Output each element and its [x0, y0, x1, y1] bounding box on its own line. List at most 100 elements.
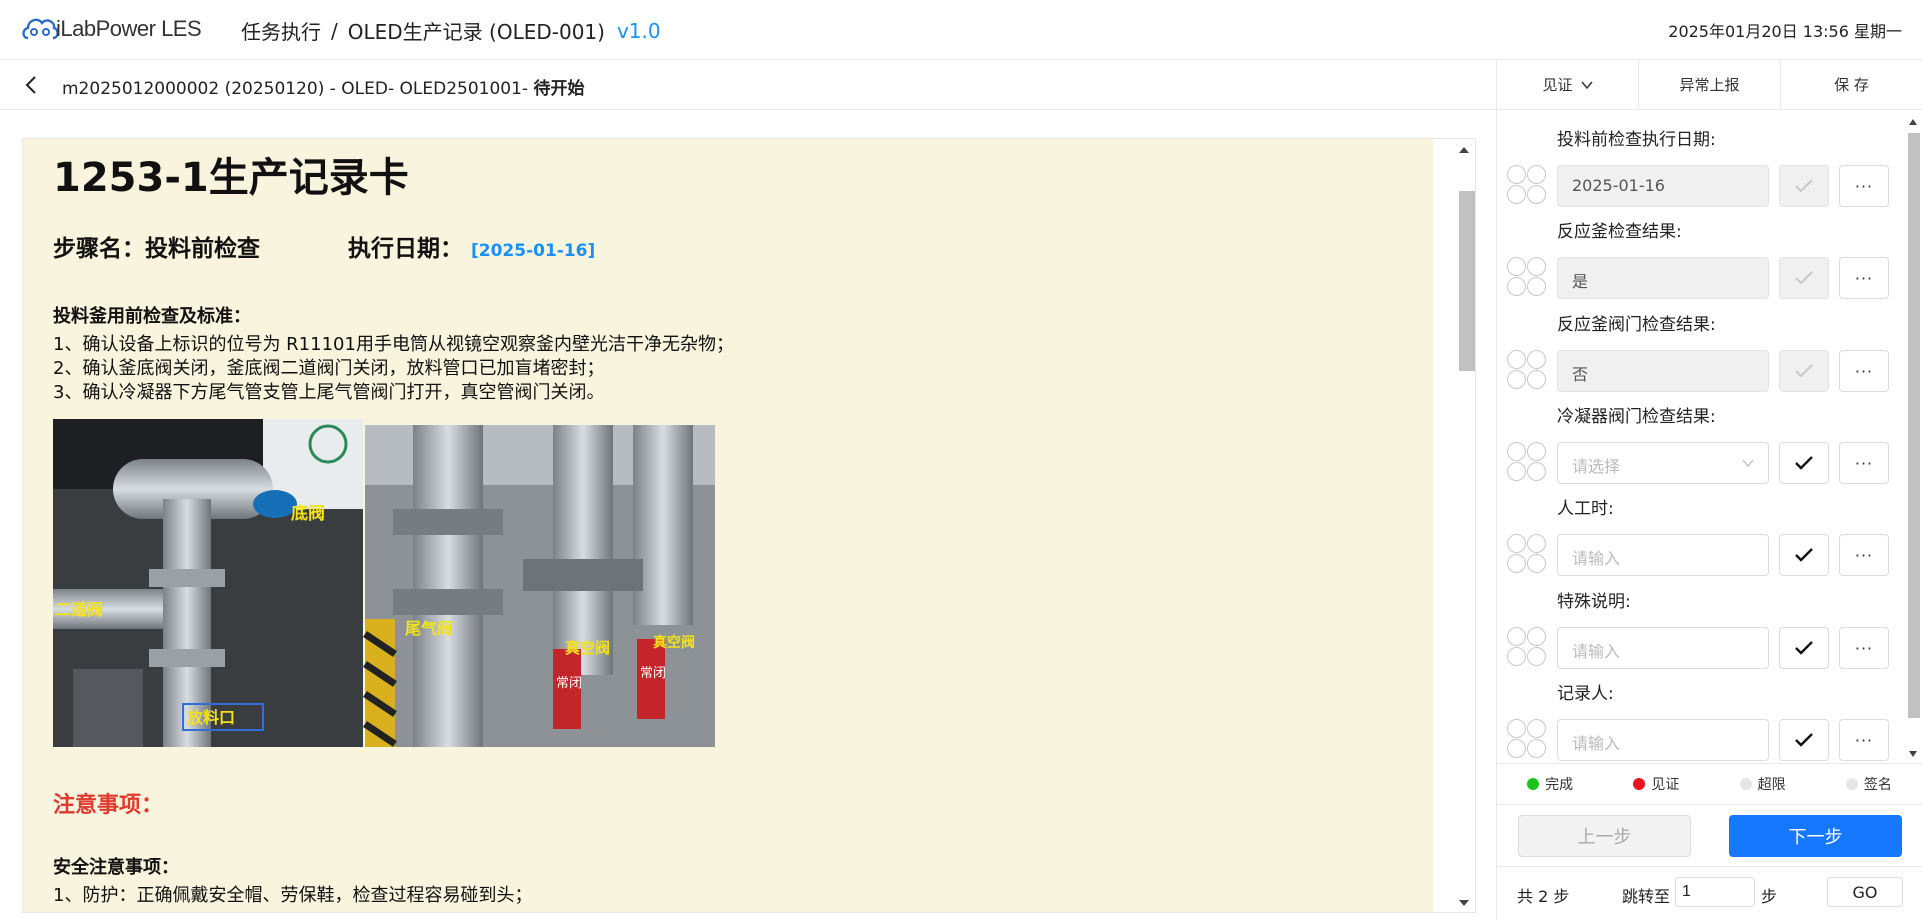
- chevron-down-icon: [1742, 459, 1754, 468]
- condenser-valve-select[interactable]: 请选择: [1557, 442, 1769, 484]
- witness-button[interactable]: 见证: [1497, 60, 1639, 109]
- reactor-check-select[interactable]: 是: [1557, 257, 1769, 299]
- reactor-valve-check-select[interactable]: 否: [1557, 350, 1769, 392]
- witness-label: 见证: [1542, 76, 1573, 94]
- go-button[interactable]: GO: [1827, 877, 1903, 907]
- caution-title: 注意事项：: [53, 793, 164, 818]
- total-steps: 共 2 步: [1517, 887, 1570, 906]
- recorder-input[interactable]: 请输入: [1557, 719, 1769, 761]
- safety-line-1: 1、防护：正确佩戴安全帽、劳保鞋，检查过程容易碰到头；: [53, 885, 533, 906]
- confirm-button[interactable]: [1779, 627, 1829, 669]
- record-status: 待开始: [533, 79, 585, 99]
- scroll-down-arrow-icon[interactable]: [1909, 751, 1917, 757]
- legend-label: 见证: [1651, 777, 1680, 793]
- gray-dot-icon: [1845, 778, 1858, 790]
- report-exception-button[interactable]: 异常上报: [1639, 60, 1781, 109]
- confirm-button[interactable]: [1779, 442, 1829, 484]
- panel-scrollbar[interactable]: [1905, 111, 1922, 761]
- breadcrumb-task[interactable]: 任务执行: [241, 16, 321, 45]
- cloud-logo-icon: [22, 18, 59, 40]
- scroll-down-arrow-icon[interactable]: [1459, 900, 1469, 906]
- more-button[interactable]: ···: [1839, 165, 1889, 207]
- field-label: 反应釜阀门检查结果:: [1557, 315, 1716, 335]
- field-label: 特殊说明:: [1557, 592, 1631, 612]
- check-line-1: 1、确认设备上标识的位号为 R11101用手电筒从视镜空观察釜内壁光洁干净无杂物…: [53, 334, 734, 355]
- document-scrollbar[interactable]: [1453, 139, 1475, 912]
- action-bar: 见证 异常上报 保 存: [1497, 60, 1922, 110]
- status-indicator: [1507, 627, 1547, 667]
- confirm-button[interactable]: [1779, 257, 1829, 299]
- step-name: 步骤名：投料前检查: [53, 236, 260, 262]
- more-button[interactable]: ···: [1839, 719, 1889, 761]
- document-viewer: 1253-1生产记录卡 步骤名：投料前检查 执行日期： [2025-01-16]…: [22, 138, 1476, 913]
- special-notes-input[interactable]: 请输入: [1557, 627, 1769, 669]
- photo-label-bottom-valve: 底阀: [291, 503, 325, 524]
- photo-label-normally-closed: 常闭: [556, 676, 582, 691]
- breadcrumb-separator: /: [331, 18, 338, 43]
- check-line-3: 3、确认冷凝器下方尾气管支管上尾气管阀门打开，真空管阀门关闭。: [53, 382, 605, 403]
- confirm-button[interactable]: [1779, 719, 1829, 761]
- photo-label-discharge-port: 放料口: [186, 708, 235, 727]
- red-dot-icon: [1633, 778, 1646, 790]
- safety-title: 安全注意事项：: [53, 857, 179, 878]
- legend-item-witness: 见证: [1633, 774, 1679, 794]
- more-button[interactable]: ···: [1839, 350, 1889, 392]
- back-arrow-icon[interactable]: [20, 73, 44, 97]
- current-datetime: 2025年01月20日 13:56 星期一: [1668, 22, 1902, 41]
- photo-label-vacuum-valve: 真空阀: [565, 639, 610, 657]
- document-page: 1253-1生产记录卡 步骤名：投料前检查 执行日期： [2025-01-16]…: [23, 139, 1433, 912]
- status-indicator: [1507, 165, 1547, 205]
- scroll-up-arrow-icon[interactable]: [1909, 119, 1917, 125]
- field-label: 反应釜检查结果:: [1557, 222, 1682, 242]
- step-info: 步骤名：投料前检查 执行日期： [2025-01-16]: [53, 229, 595, 263]
- status-indicator: [1507, 719, 1547, 759]
- record-title: m2025012000002 (20250120) - OLED- OLED25…: [62, 74, 584, 99]
- top-bar: iLabPower LES 任务执行 / OLED生产记录 (OLED-001)…: [0, 0, 1922, 60]
- field-label: 人工时:: [1557, 499, 1614, 519]
- green-dot-icon: [1527, 778, 1540, 790]
- form-panel: 投料前检查执行日期: 2025-01-16 ··· 反应釜检查结果: 是 ···…: [1497, 111, 1922, 761]
- execution-date-label: 执行日期：: [348, 236, 463, 262]
- execution-date-value: [2025-01-16]: [471, 241, 596, 261]
- breadcrumb-record: OLED生产记录 (OLED-001): [347, 20, 605, 44]
- step-pager: 共 2 步 跳转至 步 GO: [1497, 867, 1922, 919]
- more-button[interactable]: ···: [1839, 257, 1889, 299]
- save-button[interactable]: 保 存: [1781, 60, 1922, 109]
- status-indicator: [1507, 350, 1547, 390]
- labor-hours-input[interactable]: 请输入: [1557, 534, 1769, 576]
- legend-item-done: 完成: [1527, 774, 1573, 794]
- scroll-up-arrow-icon[interactable]: [1459, 147, 1469, 153]
- confirm-button[interactable]: [1779, 165, 1829, 207]
- date-field[interactable]: 2025-01-16: [1557, 165, 1769, 207]
- select-placeholder: 请选择: [1572, 457, 1621, 476]
- record-header: m2025012000002 (20250120) - OLED- OLED25…: [0, 60, 1496, 110]
- legend-label: 超限: [1757, 777, 1786, 793]
- check-standard-title: 投料釜用前检查及标准：: [53, 306, 251, 327]
- confirm-button[interactable]: [1779, 350, 1829, 392]
- check-icon: [1795, 548, 1813, 562]
- scrollbar-thumb[interactable]: [1459, 191, 1475, 371]
- app-logo[interactable]: iLabPower LES: [20, 12, 202, 46]
- check-icon: [1795, 456, 1813, 470]
- breadcrumb: 任务执行 / OLED生产记录 (OLED-001) v1.0: [241, 16, 661, 45]
- next-step-button[interactable]: 下一步: [1729, 815, 1902, 857]
- status-indicator: [1507, 257, 1547, 297]
- more-button[interactable]: ···: [1839, 442, 1889, 484]
- more-button[interactable]: ···: [1839, 534, 1889, 576]
- photo-label-normally-closed-2: 常闭: [640, 666, 666, 681]
- confirm-button[interactable]: [1779, 534, 1829, 576]
- step-number-input[interactable]: [1675, 877, 1755, 907]
- previous-step-button[interactable]: 上一步: [1518, 815, 1691, 857]
- document-title: 1253-1生产记录卡: [53, 155, 409, 201]
- status-indicator: [1507, 534, 1547, 574]
- photo-label-exhaust-valve: 尾气阀: [405, 619, 453, 638]
- check-icon: [1795, 364, 1813, 378]
- scrollbar-thumb[interactable]: [1908, 133, 1920, 718]
- check-icon: [1795, 641, 1813, 655]
- status-legend: 完成 见证 超限 签名: [1497, 763, 1922, 805]
- check-icon: [1795, 733, 1813, 747]
- legend-label: 完成: [1545, 777, 1574, 793]
- more-button[interactable]: ···: [1839, 627, 1889, 669]
- logo-text: iLabPower LES: [56, 16, 202, 41]
- version-badge: v1.0: [616, 18, 661, 43]
